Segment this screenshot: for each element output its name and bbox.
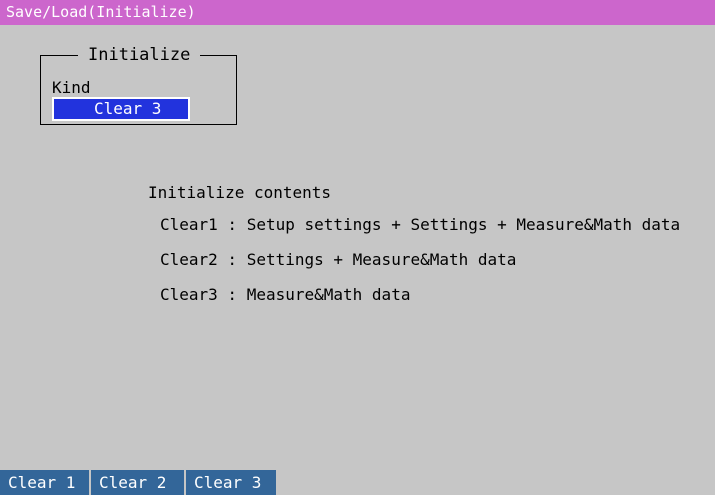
initialize-group-title: Initialize — [78, 44, 201, 66]
contents-heading: Initialize contents — [148, 183, 332, 202]
softkey-bar: Clear 1 Clear 2 Clear 3 — [0, 470, 278, 495]
kind-select[interactable]: Clear 3 — [52, 97, 190, 121]
content-line-clear3: Clear3 : Measure&Math data — [160, 285, 411, 304]
initialize-screen: Save/Load(Initialize) Initialize Kind Cl… — [0, 0, 715, 495]
clear-2-button[interactable]: Clear 2 — [91, 470, 186, 495]
title-bar: Save/Load(Initialize) — [0, 0, 715, 25]
clear-3-button[interactable]: Clear 3 — [186, 470, 278, 495]
content-line-clear2: Clear2 : Settings + Measure&Math data — [160, 250, 517, 269]
kind-label: Kind — [52, 78, 91, 97]
content-line-clear1: Clear1 : Setup settings + Settings + Mea… — [160, 215, 681, 234]
clear-1-button[interactable]: Clear 1 — [0, 470, 91, 495]
